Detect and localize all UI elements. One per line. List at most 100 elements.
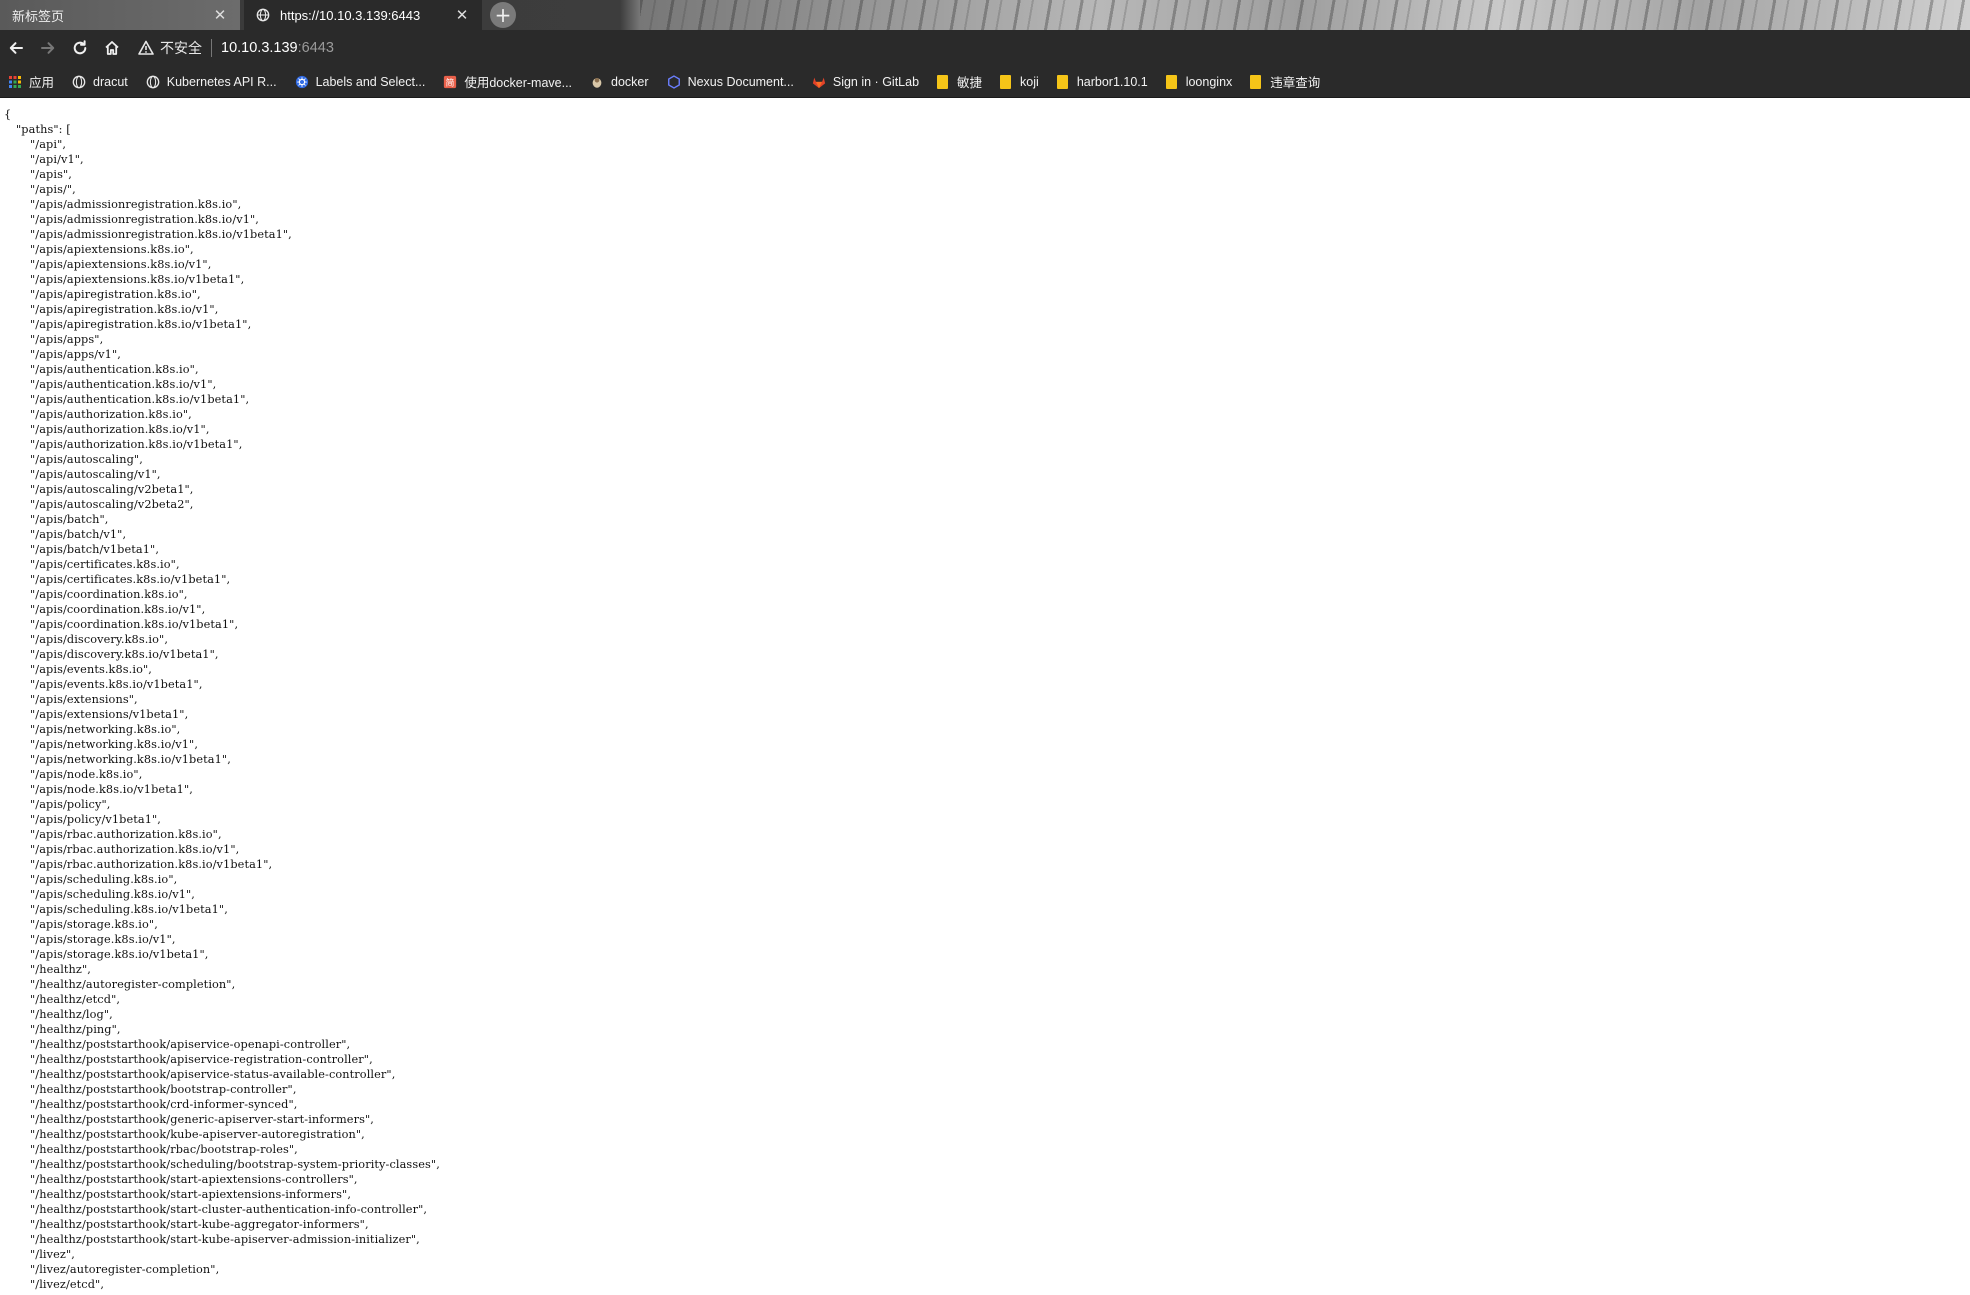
bookmark-gitlab[interactable]: Sign in · GitLab (812, 75, 919, 89)
json-path-line: "/apis/coordination.k8s.io/v1beta1", (30, 618, 239, 631)
bookmark-labels-selectors[interactable]: Labels and Select... (295, 75, 425, 89)
globe-icon (146, 75, 160, 88)
folder-icon (1165, 74, 1177, 89)
bookmark-label: docker (611, 74, 649, 89)
json-path-line: "/apis/apiregistration.k8s.io/v1beta1", (30, 318, 252, 331)
json-path-line: "/apis/apiregistration.k8s.io/v1", (30, 303, 219, 316)
tab-new-tab[interactable]: 新标签页 ✕ (0, 0, 240, 30)
close-icon[interactable]: ✕ (454, 6, 470, 24)
json-path-line: "/apis/scheduling.k8s.io/v1", (30, 888, 196, 901)
globe-icon (256, 8, 270, 22)
forward-arrow-icon (41, 42, 55, 54)
tab-title: https://10.10.3.139:6443 (280, 7, 421, 23)
json-path-line: "/healthz/poststarthook/start-apiextensi… (30, 1188, 352, 1201)
forward-button[interactable] (32, 32, 64, 64)
bookmark-dracut[interactable]: dracut (72, 75, 128, 89)
bookmark-kubernetes-api[interactable]: Kubernetes API R... (146, 75, 277, 89)
json-path-line: "/apis/discovery.k8s.io", (30, 633, 169, 646)
bookmark-docker[interactable]: docker (590, 75, 649, 89)
security-label[interactable]: 不安全 (160, 38, 202, 58)
close-icon[interactable]: ✕ (212, 6, 228, 24)
json-path-line: "/healthz/poststarthook/generic-apiserve… (30, 1113, 374, 1126)
json-path-line: "/apis/authorization.k8s.io/v1", (30, 423, 210, 436)
json-path-line: "/apis/admissionregistration.k8s.io/v1be… (30, 228, 292, 241)
json-path-line: "/healthz/poststarthook/scheduling/boots… (30, 1158, 440, 1171)
tab-strip: 新标签页 ✕ https://10.10.3.139:6443 ✕ + (0, 0, 1970, 30)
json-path-line: "/healthz/poststarthook/bootstrap-contro… (30, 1083, 297, 1096)
gitlab-icon (812, 77, 825, 88)
new-tab-button[interactable]: + (490, 2, 516, 28)
bookmark-label: loonginx (1185, 74, 1233, 89)
apps-grid-icon (9, 75, 21, 88)
json-path-line: "/apis/networking.k8s.io", (30, 723, 181, 736)
url-port: :6443 (297, 40, 334, 56)
json-path-line: "/apis/discovery.k8s.io/v1beta1", (30, 648, 219, 661)
bookmark-folder-agile[interactable]: 敏捷 (937, 72, 982, 91)
back-button[interactable] (0, 32, 32, 64)
json-path-line: "/apis", (30, 168, 72, 181)
json-path-line: "/apis/authorization.k8s.io", (30, 408, 192, 421)
kubernetes-icon (295, 75, 308, 88)
json-path-line: "/livez/autoregister-completion", (30, 1263, 220, 1276)
json-path-line: "/healthz/poststarthook/start-cluster-au… (30, 1203, 428, 1216)
bookmark-folder-harbor[interactable]: harbor1.10.1 (1056, 74, 1148, 89)
bookmark-label: 违章查询 (1270, 76, 1321, 90)
json-path-line: "/apis/rbac.authorization.k8s.io", (30, 828, 222, 841)
globe-icon (72, 75, 86, 88)
json-path-line: "/apis/autoscaling/v2beta1", (30, 483, 194, 496)
json-path-line: "/healthz/poststarthook/start-apiextensi… (30, 1173, 358, 1186)
address-bar[interactable]: 不安全 10.10.3.139:6443 (138, 34, 334, 62)
json-path-line: "/apis/rbac.authorization.k8s.io/v1beta1… (30, 858, 273, 871)
jianshu-icon: 简 (444, 75, 457, 88)
json-path-line: "/healthz/poststarthook/start-kube-apise… (30, 1233, 420, 1246)
bookmark-folder-loonginx[interactable]: loonginx (1165, 74, 1233, 89)
json-path-line: "/apis/rbac.authorization.k8s.io/v1", (30, 843, 240, 856)
json-path-line: "/apis/policy", (30, 798, 111, 811)
home-icon (105, 41, 119, 55)
browser-toolbar: 不安全 10.10.3.139:6443 (0, 30, 1970, 66)
bookmark-label: dracut (93, 74, 128, 89)
json-path-line: "/healthz/poststarthook/kube-apiserver-a… (30, 1128, 365, 1141)
json-path-line: "/apis/certificates.k8s.io", (30, 558, 180, 571)
json-path-line: "/apis/autoscaling/v1", (30, 468, 161, 481)
bookmark-apps[interactable]: 应用 (8, 72, 54, 91)
json-path-line: "/apis/authentication.k8s.io/v1", (30, 378, 217, 391)
json-path-line: "/apis/admissionregistration.k8s.io", (30, 198, 242, 211)
bookmark-docker-maven[interactable]: 简 使用docker-mave... (443, 72, 572, 91)
json-path-line: "/apis/apps", (30, 333, 104, 346)
divider (211, 39, 212, 57)
tab-title: 新标签页 (12, 8, 65, 24)
json-path-line: "/apis/node.k8s.io", (30, 768, 143, 781)
bookmark-label: harbor1.10.1 (1076, 74, 1148, 89)
json-path-line: "/apis/node.k8s.io/v1beta1", (30, 783, 193, 796)
bookmark-label: 使用docker-mave... (464, 76, 573, 90)
docker-icon (592, 77, 602, 88)
bookmark-folder-koji[interactable]: koji (1000, 74, 1039, 89)
bookmark-label: 应用 (29, 76, 55, 90)
svg-text:简: 简 (446, 76, 455, 88)
paths-list: "/api", "/api/v1", "/apis", "/apis/", "/apis… (4, 137, 1964, 1292)
json-path-line: "/apis/certificates.k8s.io/v1beta1", (30, 573, 231, 586)
json-path-line: "/apis/apiextensions.k8s.io/v1beta1", (30, 273, 245, 286)
json-path-line: "/healthz/poststarthook/start-kube-aggre… (30, 1218, 369, 1231)
bookmark-label: koji (1020, 74, 1039, 89)
json-path-line: "/healthz/poststarthook/rbac/bootstrap-r… (30, 1143, 298, 1156)
json-path-line: "/apis/storage.k8s.io/v1beta1", (30, 948, 209, 961)
bookmark-label: Nexus Document... (687, 74, 794, 89)
bookmarks-bar: 应用 dracut Kubernetes API R... Labels and… (0, 66, 1970, 98)
json-path-line: "/healthz/poststarthook/crd-informer-syn… (30, 1098, 298, 1111)
json-path-line: "/apis/storage.k8s.io", (30, 918, 158, 931)
bookmark-folder-violation-query[interactable]: 违章查询 (1250, 72, 1320, 91)
bookmark-label: 敏捷 (957, 76, 983, 90)
home-button[interactable] (96, 32, 128, 64)
json-path-line: "/apis/scheduling.k8s.io", (30, 873, 178, 886)
json-path-line: "/apis/authentication.k8s.io", (30, 363, 199, 376)
json-path-line: "/apis/extensions", (30, 693, 138, 706)
json-path-line: "/healthz/ping", (30, 1023, 121, 1036)
tab-active[interactable]: https://10.10.3.139:6443 ✕ (244, 0, 482, 30)
warning-icon[interactable] (138, 40, 154, 56)
json-path-line: "/apis/batch/v1", (30, 528, 127, 541)
folder-icon (1000, 74, 1012, 89)
reload-button[interactable] (64, 32, 96, 64)
bookmark-nexus[interactable]: Nexus Document... (667, 75, 794, 89)
